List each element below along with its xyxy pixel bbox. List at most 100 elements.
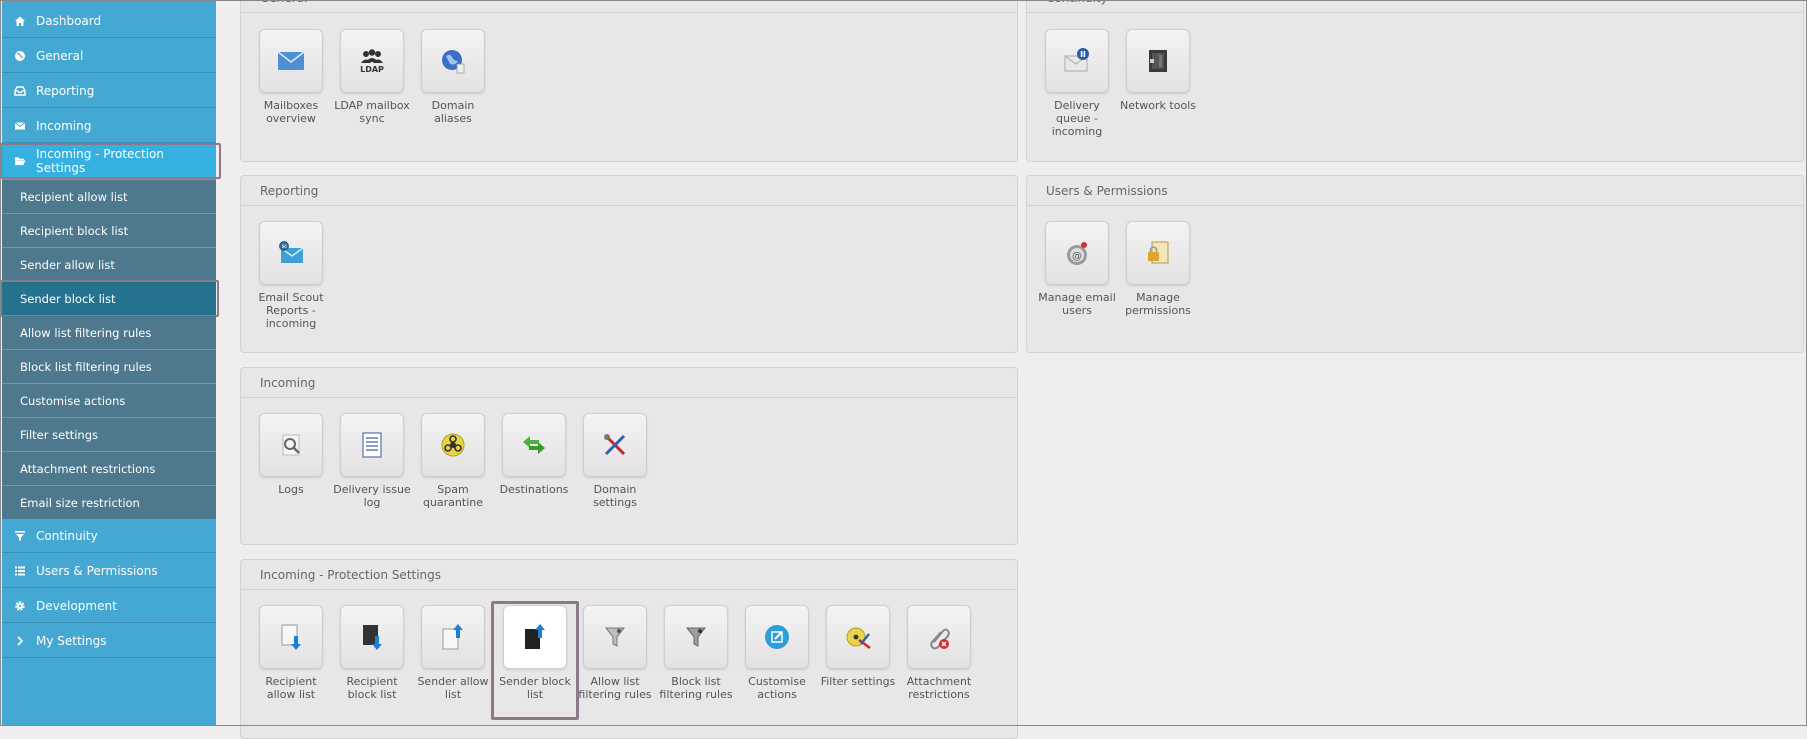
edit-circle-icon: [745, 605, 809, 669]
tile-delivery-issue-log[interactable]: Delivery issue log: [331, 413, 413, 509]
tile-domain-aliases[interactable]: Domain aliases: [412, 29, 494, 125]
sidebar-item-my-settings[interactable]: My Settings: [2, 625, 216, 658]
email-scout-icon: ✉: [259, 221, 323, 285]
filter-icon: [14, 530, 26, 542]
funnel-dark-icon: [664, 605, 728, 669]
sidebar-item-incoming[interactable]: Incoming: [2, 110, 216, 143]
tile-manage-email-users[interactable]: @ Manage email users: [1036, 221, 1118, 317]
tile-recipient-block-list[interactable]: Recipient block list: [331, 605, 413, 701]
sidebar-item-general[interactable]: General: [2, 40, 216, 73]
sidebar-item-label: Dashboard: [36, 14, 102, 28]
tile-label: Recipient block list: [346, 675, 398, 701]
tile-sender-allow-list[interactable]: Sender allow list: [412, 605, 494, 701]
arrows-icon: [502, 413, 566, 477]
globe-icon: [14, 50, 26, 62]
sidebar-subitem-recipient-block-list[interactable]: Recipient block list: [2, 214, 216, 247]
inbox-icon: [14, 85, 26, 97]
sidebar-subitem-filter-settings[interactable]: Filter settings: [2, 418, 216, 451]
svg-text:✉: ✉: [281, 244, 286, 251]
sidebar-subitem-sender-block-list[interactable]: Sender block list: [0, 280, 219, 317]
sidebar-item-label: Continuity: [36, 529, 98, 543]
dark-doc-arrow-down-icon: [340, 605, 404, 669]
panel-title: Incoming - Protection Settings: [241, 560, 1017, 590]
tile-label: Manage email users: [1038, 291, 1116, 317]
tile-ldap-mailbox-sync[interactable]: LDAP LDAP mailbox sync: [331, 29, 413, 125]
sidebar-subitem-block-list-filtering-rules[interactable]: Block list filtering rules: [2, 350, 216, 383]
list-icon: [14, 565, 26, 577]
tile-filter-settings[interactable]: Filter settings: [817, 605, 899, 688]
tile-label: Domain settings: [593, 483, 637, 509]
biohazard-icon: [421, 413, 485, 477]
tile-email-scout-reports-incoming[interactable]: ✉ Email Scout Reports - incoming: [250, 221, 332, 330]
panel-incoming: Incoming Logs Delivery issue log Spam qu…: [240, 367, 1018, 545]
sidebar-item-reporting[interactable]: Reporting: [2, 75, 216, 108]
queue-envelope-icon: [1045, 29, 1109, 93]
tile-network-tools[interactable]: Network tools: [1117, 29, 1199, 112]
panel-incoming-protection-settings: Incoming - Protection Settings Recipient…: [240, 559, 1018, 739]
sidebar-subitem-attachment-restrictions[interactable]: Attachment restrictions: [2, 452, 216, 485]
network-tools-icon: [1126, 29, 1190, 93]
tile-destinations[interactable]: Destinations: [493, 413, 575, 496]
sidebar-item-label: Attachment restrictions: [20, 461, 156, 476]
tile-spam-quarantine[interactable]: Spam quarantine: [412, 413, 494, 509]
tile-label: Domain aliases: [431, 99, 475, 125]
sidebar-item-label: Incoming: [36, 119, 92, 133]
funnel-icon: [583, 605, 647, 669]
tile-block-list-filtering-rules[interactable]: Block list filtering rules: [655, 605, 737, 701]
tile-delivery-queue-incoming[interactable]: Delivery queue - incoming: [1036, 29, 1118, 138]
panel-users-permissions: Users & Permissions @ Manage email users…: [1026, 175, 1804, 353]
biohazard-tools-icon: [826, 605, 890, 669]
sidebar-item-dashboard[interactable]: Dashboard: [2, 5, 216, 38]
envelope-icon: [14, 120, 26, 132]
panel-title: Reporting: [241, 176, 1017, 206]
sidebar: Dashboard General Reporting Incoming Inc…: [0, 0, 221, 726]
sidebar-item-incoming-protection-settings[interactable]: Incoming - Protection Settings: [0, 143, 221, 179]
chevron-right-icon: [14, 635, 26, 647]
sidebar-subitem-recipient-allow-list[interactable]: Recipient allow list: [2, 180, 216, 213]
sidebar-item-label: Allow list filtering rules: [20, 325, 152, 340]
tile-manage-permissions[interactable]: Manage permissions: [1117, 221, 1199, 317]
tile-logs[interactable]: Logs: [250, 413, 332, 496]
sidebar-item-label: Users & Permissions: [36, 564, 158, 578]
email-users-icon: @: [1045, 221, 1109, 285]
tile-label: Recipient allow list: [265, 675, 317, 701]
sidebar-item-users-permissions[interactable]: Users & Permissions: [2, 555, 216, 588]
folder-open-icon: [14, 155, 26, 167]
sidebar-item-label: Customise actions: [20, 393, 126, 408]
sidebar-item-label: Development: [36, 599, 117, 613]
panel-reporting: Reporting ✉ Email Scout Reports - incomi…: [240, 175, 1018, 353]
sidebar-item-continuity[interactable]: Continuity: [2, 520, 216, 553]
panel-title: General: [241, 0, 1017, 13]
tile-label: Network tools: [1120, 99, 1196, 112]
tile-label: Delivery queue - incoming: [1051, 99, 1103, 138]
tile-label: Manage permissions: [1125, 291, 1191, 317]
svg-text:LDAP: LDAP: [360, 65, 384, 74]
tile-attachment-restrictions[interactable]: Attachment restrictions: [898, 605, 980, 701]
tile-label: Customise actions: [748, 675, 806, 701]
sidebar-subitem-allow-list-filtering-rules[interactable]: Allow list filtering rules: [2, 316, 216, 349]
tile-label: Mailboxes overview: [263, 99, 319, 125]
magnifier-icon: [259, 413, 323, 477]
sidebar-item-label: Reporting: [36, 84, 95, 98]
panel-title: Users & Permissions: [1027, 176, 1803, 206]
tile-customise-actions[interactable]: Customise actions: [736, 605, 818, 701]
sidebar-item-label: My Settings: [36, 634, 107, 648]
tile-domain-settings[interactable]: Domain settings: [574, 413, 656, 509]
sidebar-item-label: Block list filtering rules: [20, 359, 152, 374]
tile-recipient-allow-list[interactable]: Recipient allow list: [250, 605, 332, 701]
panel-general: General Mailboxes overview LDAP LDAP mai…: [240, 0, 1018, 162]
sidebar-item-label: Sender allow list: [20, 257, 115, 272]
tile-mailboxes-overview[interactable]: Mailboxes overview: [250, 29, 332, 125]
paperclip-block-icon: [907, 605, 971, 669]
sidebar-subitem-customise-actions[interactable]: Customise actions: [2, 384, 216, 417]
tile-label: Sender block list: [499, 675, 571, 701]
sidebar-subitem-email-size-restriction[interactable]: Email size restriction: [2, 486, 216, 519]
tile-label: Block list filtering rules: [659, 675, 733, 701]
tile-sender-block-list[interactable]: Sender block list: [491, 601, 579, 720]
tile-label: Destinations: [499, 483, 569, 496]
tile-label: Sender allow list: [417, 675, 489, 701]
sidebar-subitem-sender-allow-list[interactable]: Sender allow list: [2, 248, 216, 281]
panel-continuity: Continuity Delivery queue - incoming Net…: [1026, 0, 1804, 162]
tile-allow-list-filtering-rules[interactable]: Allow list filtering rules: [574, 605, 656, 701]
sidebar-item-development[interactable]: Development: [2, 590, 216, 623]
